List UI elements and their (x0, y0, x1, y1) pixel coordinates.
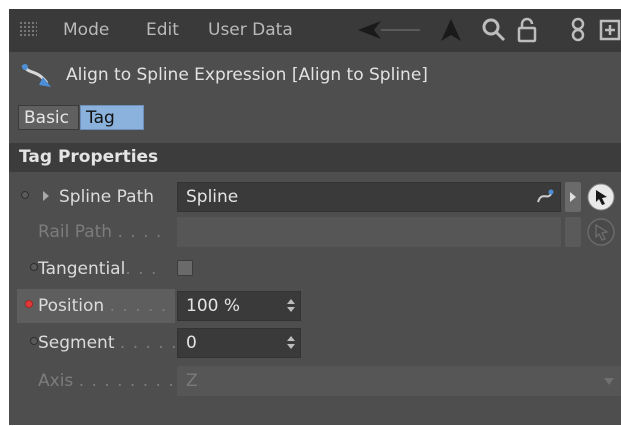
property-tangential: Tangential. . . (9, 252, 621, 286)
segment-label: Segment . . . . . (38, 333, 178, 353)
back-arrow-icon[interactable] (354, 17, 424, 43)
keyframe-dot[interactable] (21, 191, 29, 199)
position-label: Position . . . . . (38, 296, 168, 316)
segment-value: 0 (186, 333, 197, 353)
position-input[interactable]: 100 % (177, 291, 301, 321)
rail-path-link-field (177, 217, 561, 247)
property-rail-path: Rail Path . . . . (9, 215, 621, 249)
menu-bar: Mode Edit User Data (9, 9, 621, 52)
tangential-label: Tangential. . . (38, 259, 158, 279)
segment-input[interactable]: 0 (177, 328, 301, 358)
position-value: 100 % (186, 296, 241, 316)
position-stepper-icon[interactable] (287, 299, 295, 313)
new-window-icon[interactable] (599, 17, 621, 43)
pick-object-icon[interactable] (586, 182, 616, 212)
expand-arrow-icon[interactable] (42, 190, 50, 202)
arrow-right-icon (570, 192, 576, 202)
chevron-down-icon (604, 378, 614, 385)
align-to-spline-icon (21, 64, 51, 87)
pick-object-disabled-icon (587, 218, 615, 246)
spline-path-link-field[interactable]: Spline (177, 182, 561, 212)
spline-object-icon (537, 189, 554, 203)
tangential-checkbox[interactable] (177, 260, 193, 276)
drag-grip-icon[interactable] (19, 21, 37, 38)
up-arrow-icon[interactable] (439, 17, 463, 43)
keyframe-dot[interactable] (30, 337, 38, 345)
object-title: Align to Spline Expression [Align to Spl… (66, 65, 428, 85)
property-position: Position . . . . . 100 % (9, 289, 621, 323)
property-axis: Axis . . . . . . . . Z (9, 364, 621, 398)
tab-tag[interactable]: Tag (80, 105, 144, 130)
rail-link-menu-button (565, 217, 581, 247)
link-icon[interactable] (570, 17, 586, 43)
menu-mode[interactable]: Mode (63, 20, 109, 40)
section-header: Tag Properties (9, 143, 621, 172)
keyframe-dot-active[interactable] (25, 300, 33, 308)
property-spline-path: Spline Path Spline (9, 180, 621, 214)
menu-user-data[interactable]: User Data (208, 20, 293, 40)
spline-path-label: Spline Path (59, 187, 155, 207)
property-segment: Segment . . . . . 0 (9, 326, 621, 360)
menu-edit[interactable]: Edit (146, 20, 179, 40)
attribute-manager: Mode Edit User Data Align to Spline Expr… (9, 9, 621, 425)
tab-basic[interactable]: Basic (18, 105, 79, 130)
axis-dropdown: Z (177, 366, 621, 396)
spline-path-value: Spline (186, 187, 239, 207)
axis-value: Z (186, 371, 198, 391)
segment-stepper-icon[interactable] (287, 336, 295, 350)
keyframe-dot[interactable] (30, 263, 38, 271)
search-icon[interactable] (481, 17, 507, 43)
link-menu-button[interactable] (565, 182, 581, 212)
axis-label: Axis . . . . . . . . (38, 371, 175, 391)
lock-icon[interactable] (516, 17, 538, 43)
rail-path-label: Rail Path . . . . (38, 222, 163, 242)
